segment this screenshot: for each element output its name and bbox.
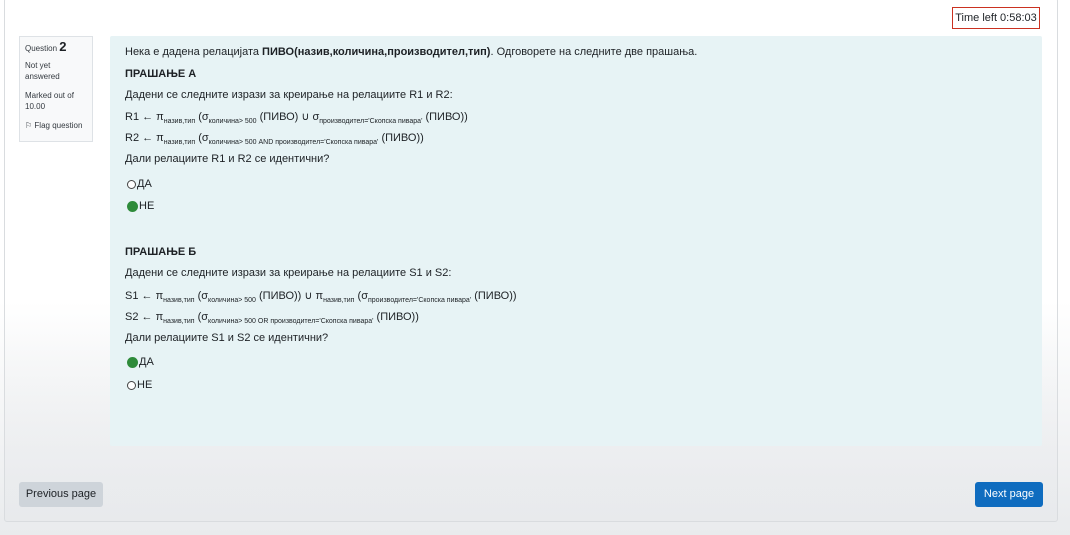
intro-prefix: Нека е дадена релацијата: [125, 46, 263, 58]
time-left-indicator: Time left 0:58:03: [952, 7, 1040, 29]
part-a-heading: ПРАШАЊЕ А: [125, 68, 197, 80]
part-a-option-da[interactable]: ДА: [127, 178, 152, 190]
next-page-button[interactable]: Next page: [975, 482, 1043, 507]
part-b-option-da[interactable]: ДА: [127, 356, 154, 368]
expression-s1: S1 ← πназив,тип (σколичина> 500 (ПИВО)) …: [125, 290, 517, 304]
radio-ne-a[interactable]: [127, 200, 138, 212]
question-content: Нека е дадена релацијата ПИВО(назив,коли…: [110, 36, 1042, 446]
flag-question-label: Flag question: [34, 121, 83, 130]
option-label: НЕ: [139, 200, 155, 212]
part-a-question: Дали релациите R1 и R2 се идентични?: [125, 153, 330, 165]
option-label: ДА: [137, 178, 152, 190]
question-marks: Marked out of 10.00: [25, 91, 74, 111]
question-number-value: 2: [59, 39, 67, 54]
expression-r1: R1 ← πназив,тип (σколичина> 500 (ПИВО) ∪…: [125, 111, 468, 125]
time-left-text: Time left 0:58:03: [955, 12, 1037, 24]
part-b-question: Дали релациите S1 и S2 се идентични?: [125, 332, 329, 344]
flag-question-link[interactable]: ⚐ Flag question: [25, 120, 87, 131]
part-a-prompt: Дадени се следните изрази за креирање на…: [125, 89, 453, 101]
option-label: ДА: [139, 356, 154, 368]
part-b-prompt: Дадени се следните изрази за креирање на…: [125, 267, 452, 279]
question-info-panel: Question 2 Not yet answered Marked out o…: [19, 36, 93, 142]
question-label: Question: [25, 44, 58, 53]
flag-icon: ⚐: [25, 121, 33, 130]
question-intro: Нека е дадена релацијата ПИВО(назив,коли…: [125, 46, 697, 58]
expression-r2: R2 ← πназив,тип (σколичина> 500 AND прои…: [125, 132, 424, 146]
previous-page-button[interactable]: Previous page: [19, 482, 103, 507]
question-number: Question 2: [25, 39, 87, 54]
option-label: НЕ: [137, 379, 153, 391]
radio-da-b[interactable]: [127, 356, 138, 368]
part-b-option-ne[interactable]: НЕ: [127, 379, 152, 391]
part-b-heading: ПРАШАЊЕ Б: [125, 246, 197, 258]
intro-suffix: . Одговорете на следните две прашања.: [490, 46, 698, 58]
radio-ne-b[interactable]: [127, 380, 136, 390]
question-state: Not yet answered: [25, 61, 60, 81]
expression-s2: S2 ← πназив,тип (σколичина> 500 OR произ…: [125, 311, 419, 325]
relation-schema: ПИВО(назив,количина,производител,тип): [262, 46, 491, 58]
part-a-option-ne[interactable]: НЕ: [127, 200, 154, 212]
radio-da-a[interactable]: [127, 179, 136, 189]
